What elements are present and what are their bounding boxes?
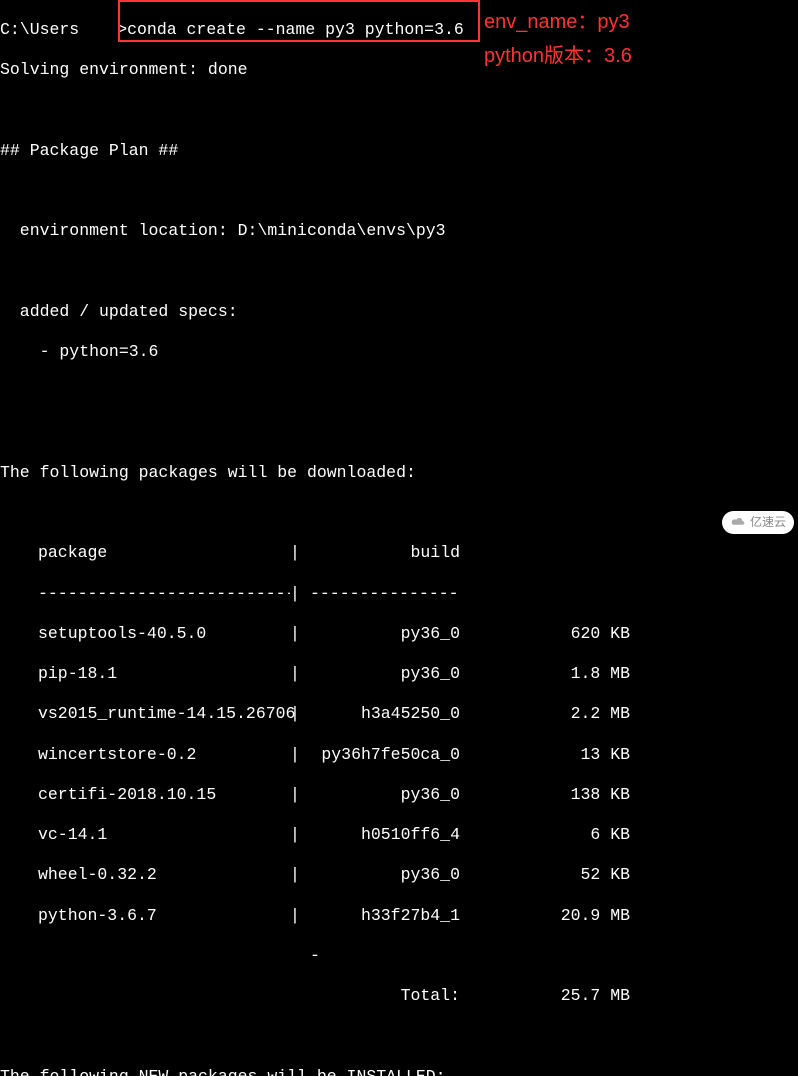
table-header-build: build (310, 543, 460, 563)
package-build: py36_0 (310, 785, 460, 805)
package-size: 620 KB (460, 624, 630, 644)
package-size: 6 KB (460, 825, 630, 845)
table-row: wheel-0.32.2 | py36_0 52 KB (0, 865, 798, 885)
total-label: Total: (310, 986, 460, 1006)
package-name: vs2015_runtime-14.15.26706 (0, 704, 290, 724)
table-row: vc-14.1 | h0510ff6_4 6 KB (0, 825, 798, 845)
package-name: certifi-2018.10.15 (0, 785, 290, 805)
watermark: 亿速云 (722, 511, 794, 534)
env-location-label: environment location: (0, 221, 238, 240)
table-header-row: package | build (0, 543, 798, 563)
package-size: 1.8 MB (460, 664, 630, 684)
table-divider: | (290, 543, 310, 563)
added-specs-label: added / updated specs: (0, 302, 798, 322)
package-name: vc-14.1 (0, 825, 290, 845)
redacted-username (79, 24, 117, 41)
download-header: The following packages will be downloade… (0, 463, 798, 483)
prompt-prefix: C:\Users (0, 20, 79, 39)
package-plan-header: ## Package Plan ## (0, 141, 798, 161)
package-build: py36_0 (310, 865, 460, 885)
package-build: py36_0 (310, 624, 460, 644)
table-row: certifi-2018.10.15 | py36_0 138 KB (0, 785, 798, 805)
env-location-value: D:\miniconda\envs\py3 (238, 221, 446, 240)
watermark-text: 亿速云 (750, 515, 786, 530)
package-size: 13 KB (460, 745, 630, 765)
package-build: h33f27b4_1 (310, 906, 460, 926)
package-name: python-3.6.7 (0, 906, 290, 926)
package-build: h0510ff6_4 (310, 825, 460, 845)
package-size: 2.2 MB (460, 704, 630, 724)
table-row: vs2015_runtime-14.15.26706 | h3a45250_0 … (0, 704, 798, 724)
package-size: 138 KB (460, 785, 630, 805)
package-build: py36h7fe50ca_0 (310, 745, 460, 765)
package-name: pip-18.1 (0, 664, 290, 684)
package-size: 52 KB (460, 865, 630, 885)
table-row: setuptools-40.5.0 | py36_0 620 KB (0, 624, 798, 644)
package-build: py36_0 (310, 664, 460, 684)
package-size: 20.9 MB (460, 906, 630, 926)
table-row: wincertstore-0.2 | py36h7fe50ca_0 13 KB (0, 745, 798, 765)
package-name: setuptools-40.5.0 (0, 624, 290, 644)
added-specs-item: - python=3.6 (0, 342, 798, 362)
install-header: The following NEW packages will be INSTA… (0, 1067, 798, 1076)
package-name: wheel-0.32.2 (0, 865, 290, 885)
table-row: python-3.6.7 | h33f27b4_1 20.9 MB (0, 906, 798, 926)
terminal-output: C:\Users>conda create --name py3 python=… (0, 0, 798, 1076)
package-name: wincertstore-0.2 (0, 745, 290, 765)
total-row: Total: 25.7 MB (0, 986, 798, 1006)
table-separator: --------------------------- | ----------… (0, 584, 798, 604)
table-row: pip-18.1 | py36_0 1.8 MB (0, 664, 798, 684)
solving-line: Solving environment: done (0, 60, 798, 80)
command-text: conda create --name py3 python=3.6 (127, 20, 464, 39)
table-header-package: package (0, 543, 290, 563)
package-build: h3a45250_0 (310, 704, 460, 724)
total-size: 25.7 MB (460, 986, 630, 1006)
cloud-icon (730, 515, 746, 530)
total-separator: ----------------------------------------… (0, 946, 320, 966)
